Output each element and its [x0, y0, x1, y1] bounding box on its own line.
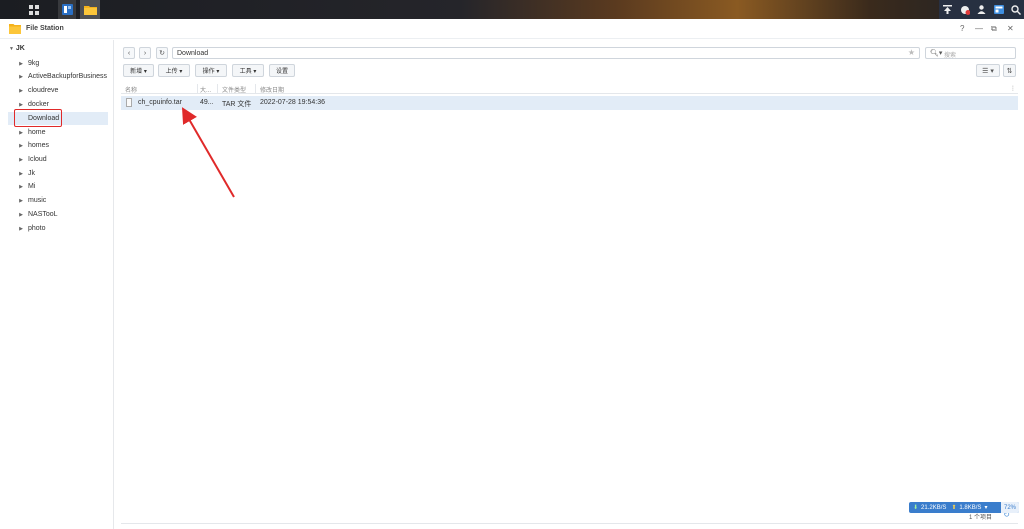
system-tray [939, 0, 1024, 19]
tree-item-label: 9kg [28, 60, 40, 67]
tree-item-activebackup[interactable]: ▶ ActiveBackupforBusiness [8, 70, 108, 83]
window-title: File Station [26, 25, 64, 32]
chevron-right-icon: ▶ [19, 156, 23, 163]
tree-item-home[interactable]: ▶ home [8, 126, 108, 139]
item-count: 1 个项目 [968, 515, 992, 521]
network-speed-widget[interactable]: ⬇ 21.2KB/S ⬆ 1.8KB/S ▾ 72% [909, 502, 1019, 513]
widgets-icon[interactable] [990, 0, 1007, 19]
upload-icon[interactable] [939, 0, 956, 19]
percent-badge: 72% [1001, 502, 1019, 513]
tree-root[interactable]: ▼ JK [9, 45, 25, 52]
tree-item-photo[interactable]: ▶ photo [8, 222, 108, 235]
chevron-right-icon: ▶ [19, 101, 23, 108]
chevron-right-icon: ▶ [19, 170, 23, 177]
chevron-right-icon: ▶ [19, 225, 23, 232]
window-titlebar: File Station ? — ⧉ ✕ [0, 19, 1024, 39]
chevron-right-icon: ▶ [19, 60, 23, 67]
taskbar [0, 0, 1024, 19]
tree-item-label: docker [28, 101, 50, 108]
tree-item-label: photo [28, 225, 46, 232]
footer-divider [121, 523, 1018, 524]
tree-item-label: Jk [28, 170, 35, 177]
tree-item-label: Icloud [28, 156, 47, 163]
tree-item-label: home [28, 129, 46, 136]
chevron-right-icon: ▶ [19, 73, 23, 80]
help-button[interactable]: ? [960, 24, 964, 33]
main-panel: ‹ › ↻ Download ★ 🔍︎▾ 搜索 新增 ▾ 上传 ▾ 操作 ▾ 工… [115, 40, 1024, 529]
tree-item-label: NASTooL [28, 211, 58, 218]
notification-icon[interactable] [956, 0, 973, 19]
chevron-right-icon: ▶ [19, 87, 23, 94]
tree-item-homes[interactable]: ▶ homes [8, 139, 108, 152]
tree-root-label: JK [15, 45, 25, 52]
upload-speed: 1.8KB/S [959, 504, 982, 511]
user-icon[interactable] [973, 0, 990, 19]
chevron-down-icon: ▼ [9, 46, 14, 52]
tree-item-jk[interactable]: ▶ Jk [8, 167, 108, 180]
minimize-button[interactable]: — [975, 24, 983, 33]
chevron-down-icon: ▾ [984, 505, 988, 511]
download-arrow-icon: ⬇ [913, 505, 919, 511]
tree-item-nastool[interactable]: ▶ NASTooL [8, 208, 108, 221]
chevron-right-icon: ▶ [19, 211, 23, 218]
tree-item-cloudreve[interactable]: ▶ cloudreve [8, 84, 108, 97]
highlight-annotation [14, 109, 62, 127]
chevron-right-icon: ▶ [19, 183, 23, 190]
download-speed: 21.2KB/S [921, 504, 947, 511]
file-station-icon[interactable] [80, 0, 100, 19]
tree-item-music[interactable]: ▶ music [8, 194, 108, 207]
search-icon[interactable] [1007, 0, 1024, 19]
tree-item-label: Mi [28, 183, 36, 190]
arrow-annotation [181, 107, 235, 198]
tree-item-icloud[interactable]: ▶ Icloud [8, 153, 108, 166]
upload-arrow-icon: ⬆ [951, 505, 957, 511]
package-center-icon[interactable] [58, 0, 76, 19]
tree-item-label: cloudreve [28, 87, 59, 94]
maximize-button[interactable]: ⧉ [991, 24, 997, 34]
chevron-right-icon: ▶ [19, 197, 23, 204]
chevron-right-icon: ▶ [19, 142, 23, 149]
file-station-icon [9, 23, 21, 36]
tree-item-label: ActiveBackupforBusiness [28, 73, 107, 80]
close-button[interactable]: ✕ [1007, 24, 1014, 33]
main-menu-icon[interactable] [22, 0, 46, 19]
tree-item-label: homes [28, 142, 50, 149]
tree-item-label: music [28, 197, 47, 204]
tree-item-mi[interactable]: ▶ Mi [8, 180, 108, 193]
tree-item-9kg[interactable]: ▶ 9kg [8, 57, 108, 70]
chevron-right-icon: ▶ [19, 129, 23, 136]
